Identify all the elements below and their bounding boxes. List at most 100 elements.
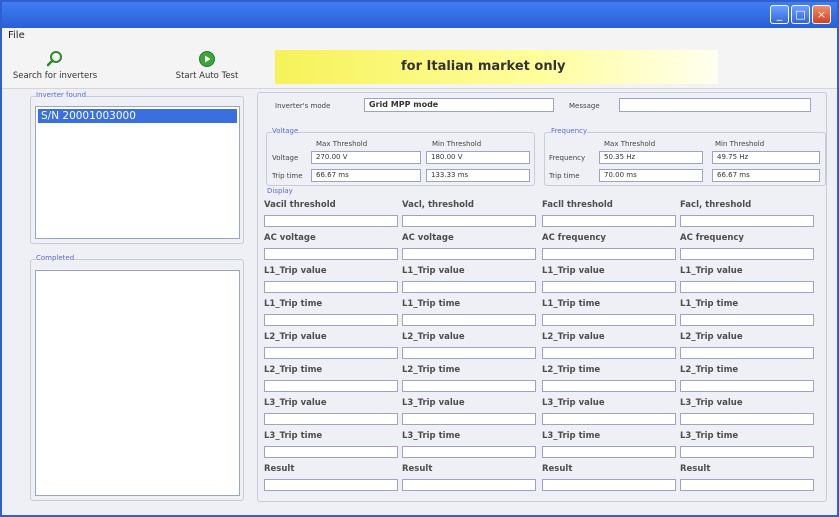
display-field-box[interactable] bbox=[542, 248, 676, 260]
inverter-mode-label: Inverter's mode bbox=[275, 102, 331, 110]
display-field-label: L3_Trip time bbox=[680, 431, 739, 441]
frequency-min-field[interactable]: 49.75 Hz bbox=[712, 151, 820, 164]
display-field-box[interactable] bbox=[264, 479, 398, 491]
display-field-label: L1_Trip value bbox=[264, 266, 327, 276]
toolbar: Search for inverters Start Auto Test for… bbox=[2, 46, 837, 89]
display-field-label: L3_Trip value bbox=[264, 398, 327, 408]
display-field-label: L2_Trip time bbox=[264, 365, 323, 375]
display-field-box[interactable] bbox=[542, 314, 676, 326]
inverter-mode-field[interactable]: Grid MPP mode bbox=[364, 98, 554, 112]
voltage-min-field[interactable]: 180.00 V bbox=[426, 151, 530, 164]
frequency-trip-time-label: Trip time bbox=[549, 172, 580, 180]
display-field-label: Vacl, threshold bbox=[402, 200, 475, 210]
display-group-label: Display bbox=[267, 187, 293, 195]
display-field-label: L3_Trip time bbox=[542, 431, 601, 441]
display-field-box[interactable] bbox=[402, 479, 536, 491]
display-field-label: AC frequency bbox=[542, 233, 606, 243]
display-field-label: L2_Trip value bbox=[680, 332, 743, 342]
minimize-button[interactable]: _ bbox=[770, 5, 789, 24]
display-field-box[interactable] bbox=[402, 215, 536, 227]
display-field-box[interactable] bbox=[680, 380, 814, 392]
frequency-group-label: Frequency bbox=[551, 127, 588, 135]
display-field-box[interactable] bbox=[680, 281, 814, 293]
display-field-box[interactable] bbox=[542, 380, 676, 392]
display-field-label: L3_Trip time bbox=[402, 431, 461, 441]
display-field-box[interactable] bbox=[402, 248, 536, 260]
frequency-trip-min-field[interactable]: 66.67 ms bbox=[712, 169, 820, 182]
display-field-label: AC voltage bbox=[402, 233, 454, 243]
display-field-box[interactable] bbox=[264, 215, 398, 227]
display-field-box[interactable] bbox=[542, 446, 676, 458]
message-field[interactable] bbox=[619, 98, 811, 112]
display-field-box[interactable] bbox=[680, 215, 814, 227]
window-controls: _ □ × bbox=[770, 5, 831, 24]
display-field-box[interactable] bbox=[402, 347, 536, 359]
maximize-button[interactable]: □ bbox=[791, 5, 810, 24]
close-button[interactable]: × bbox=[812, 5, 831, 24]
frequency-min-header: Min Threshold bbox=[715, 140, 765, 148]
display-field-label: L3_Trip value bbox=[680, 398, 743, 408]
display-field-label: L2_Trip time bbox=[402, 365, 461, 375]
display-field-label: Result bbox=[402, 464, 433, 474]
completed-list[interactable] bbox=[35, 270, 240, 496]
display-field-box[interactable] bbox=[542, 479, 676, 491]
frequency-max-field[interactable]: 50.35 Hz bbox=[599, 151, 703, 164]
display-field-label: L1_Trip value bbox=[402, 266, 465, 276]
display-field-label: Result bbox=[680, 464, 711, 474]
display-field-box[interactable] bbox=[542, 413, 676, 425]
start-auto-test-button[interactable]: Start Auto Test bbox=[170, 46, 244, 86]
display-field-box[interactable] bbox=[542, 347, 676, 359]
title-bar[interactable]: _ □ × bbox=[2, 2, 837, 28]
display-field-label: AC voltage bbox=[264, 233, 316, 243]
display-field-label: L3_Trip time bbox=[264, 431, 323, 441]
display-field-box[interactable] bbox=[402, 281, 536, 293]
voltage-trip-max-field[interactable]: 66.67 ms bbox=[311, 169, 421, 182]
display-field-box[interactable] bbox=[264, 446, 398, 458]
display-field-label: L2_Trip time bbox=[680, 365, 739, 375]
display-field-label: L1_Trip time bbox=[542, 299, 601, 309]
display-field-box[interactable] bbox=[402, 380, 536, 392]
display-field-label: Facl, threshold bbox=[680, 200, 752, 210]
display-field-box[interactable] bbox=[680, 479, 814, 491]
display-field-label: L1_Trip value bbox=[680, 266, 743, 276]
display-field-label: Vacil threshold bbox=[264, 200, 336, 210]
inverter-found-label: Inverter found bbox=[36, 91, 87, 99]
display-field-box[interactable] bbox=[680, 413, 814, 425]
display-field-box[interactable] bbox=[264, 314, 398, 326]
search-icon bbox=[46, 51, 62, 67]
display-field-label: L3_Trip value bbox=[402, 398, 465, 408]
display-field-box[interactable] bbox=[264, 281, 398, 293]
display-field-label: AC frequency bbox=[680, 233, 744, 243]
inverter-list-item[interactable]: S/N 20001003000 bbox=[38, 109, 237, 123]
display-field-label: L2_Trip value bbox=[542, 332, 605, 342]
voltage-min-header: Min Threshold bbox=[432, 140, 482, 148]
display-field-box[interactable] bbox=[680, 248, 814, 260]
menu-bar: File bbox=[2, 28, 837, 46]
voltage-group-label: Voltage bbox=[272, 127, 299, 135]
voltage-trip-min-field[interactable]: 133.33 ms bbox=[426, 169, 530, 182]
menu-file[interactable]: File bbox=[8, 30, 25, 41]
search-inverters-button[interactable]: Search for inverters bbox=[10, 46, 100, 86]
display-field-box[interactable] bbox=[680, 347, 814, 359]
display-field-label: L1_Trip time bbox=[402, 299, 461, 309]
display-field-box[interactable] bbox=[680, 446, 814, 458]
display-field-box[interactable] bbox=[264, 347, 398, 359]
display-field-label: L2_Trip time bbox=[542, 365, 601, 375]
banner-text: for Italian market only bbox=[401, 59, 566, 74]
display-field-box[interactable] bbox=[402, 446, 536, 458]
display-field-label: L1_Trip time bbox=[680, 299, 739, 309]
display-field-box[interactable] bbox=[264, 248, 398, 260]
voltage-max-field[interactable]: 270.00 V bbox=[311, 151, 421, 164]
display-field-box[interactable] bbox=[680, 314, 814, 326]
display-field-box[interactable] bbox=[542, 281, 676, 293]
frequency-max-header: Max Threshold bbox=[604, 140, 656, 148]
display-field-box[interactable] bbox=[542, 215, 676, 227]
search-inverters-label: Search for inverters bbox=[12, 71, 98, 81]
display-field-label: L2_Trip value bbox=[264, 332, 327, 342]
display-field-box[interactable] bbox=[402, 314, 536, 326]
display-field-box[interactable] bbox=[264, 413, 398, 425]
display-field-box[interactable] bbox=[264, 380, 398, 392]
inverter-list[interactable]: S/N 20001003000 bbox=[35, 106, 240, 239]
display-field-box[interactable] bbox=[402, 413, 536, 425]
frequency-trip-max-field[interactable]: 70.00 ms bbox=[599, 169, 703, 182]
